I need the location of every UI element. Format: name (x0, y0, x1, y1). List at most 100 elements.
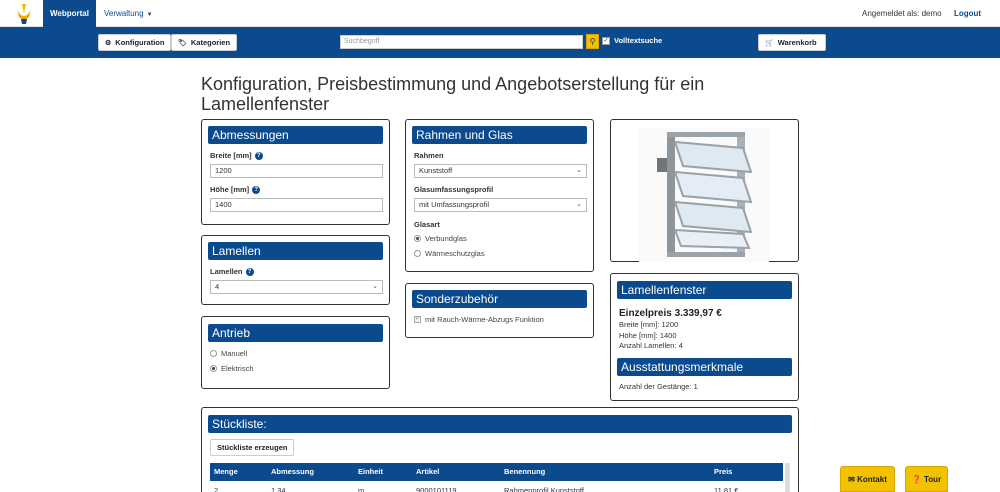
frame-select[interactable]: Kunststoff ⌄ (414, 164, 587, 178)
search-icon: ⚲ (589, 37, 596, 46)
cart-button[interactable]: 🛒 Warenkorb (758, 34, 826, 51)
antrieb-panel: Antrieb Manuell Elektrisch (201, 316, 390, 389)
summary-lamellen: Anzahl Lamellen: 4 (619, 341, 683, 350)
radio-manuell[interactable] (210, 350, 217, 357)
cart-label: Warenkorb (777, 38, 817, 47)
login-status: Angemeldet als: demo (862, 9, 942, 18)
tour-button[interactable]: ❓ Tour (905, 466, 948, 492)
cell-einheit: m (358, 486, 365, 492)
summary-gaenge: Anzahl der Gestänge: 1 (619, 382, 698, 391)
rwa-label: mit Rauch-Wärme-Abzugs Funktion (425, 315, 544, 324)
lamellen-label: Lamellen? (210, 267, 254, 277)
summary-panel: Lamellenfenster Einzelpreis 3.339,97 € B… (610, 273, 799, 401)
profile-select-value: mit Umfassungsprofil (419, 200, 490, 209)
abmessungen-title: Abmessungen (208, 126, 383, 144)
fulltext-label: Volltextsuche (614, 36, 663, 45)
nav-verwaltung-label: Verwaltung (104, 9, 144, 18)
fulltext-checkbox[interactable]: ✓ (602, 37, 610, 45)
lamellen-select-value: 4 (215, 282, 220, 291)
summary-width: Breite [mm]: 1200 (619, 320, 679, 329)
product-image-panel (610, 119, 799, 262)
help-icon[interactable]: ? (254, 152, 263, 161)
sonderzubehoer-title: Sonderzubehör (412, 290, 587, 308)
col-einheit[interactable]: Einheit (358, 463, 383, 481)
envelope-icon: ✉ (848, 475, 855, 484)
rahmen-title: Rahmen und Glas (412, 126, 587, 144)
logout-link[interactable]: Logout (954, 0, 981, 27)
contact-label: Kontakt (857, 475, 887, 484)
radio-verbundglas-label: Verbundglas (425, 234, 467, 243)
nav-webportal[interactable]: Webportal (43, 0, 96, 27)
configuration-label: Konfiguration (115, 38, 165, 47)
features-title: Ausstattungsmerkmale (617, 358, 792, 376)
stueckliste-title: Stückliste: (208, 415, 792, 433)
col-abmessung[interactable]: Abmessung (271, 463, 314, 481)
cell-artikel: 9000101119 (416, 486, 457, 492)
toolbar: ⚙ Konfiguration 🏷 Kategorien Suchbegriff ⚲… (0, 27, 1000, 58)
gear-icon: ⚙ (105, 40, 112, 47)
stueckliste-panel: Stückliste: Stückliste erzeugen Menge Ab… (201, 407, 799, 492)
abmessungen-panel: Abmessungen Breite [mm]? 1200 Höhe [mm]?… (201, 119, 390, 225)
tour-label: Tour (924, 475, 942, 484)
lamellen-label-text: Lamellen (210, 267, 243, 276)
logo-icon[interactable] (13, 2, 35, 25)
categories-button[interactable]: 🏷 Kategorien (171, 34, 238, 51)
height-label-text: Höhe [mm] (210, 185, 250, 194)
profile-select[interactable]: mit Umfassungsprofil ⌄ (414, 198, 587, 212)
top-navbar: Webportal Verwaltung ▼ Angemeldet als: de… (0, 0, 1000, 27)
help-icon[interactable]: ? (245, 268, 254, 277)
height-label: Höhe [mm]? (210, 185, 261, 195)
contact-button[interactable]: ✉ Kontakt (840, 466, 895, 492)
cell-preis: 11,81 € (714, 486, 739, 492)
rwa-checkbox[interactable]: ✓ (414, 316, 421, 323)
radio-elektrisch-label: Elektrisch (221, 364, 254, 373)
lamellen-select[interactable]: 4 ⌄ (210, 280, 383, 294)
rahmen-panel: Rahmen und Glas Rahmen Kunststoff ⌄ Glasu… (405, 119, 594, 272)
cart-icon: 🛒 (765, 40, 774, 47)
radio-waermeschutzglas[interactable] (414, 250, 421, 257)
nav-verwaltung-menu[interactable]: Verwaltung ▼ (104, 0, 153, 27)
cell-menge: 2 (214, 486, 219, 492)
question-icon: ❓ (911, 475, 922, 484)
summary-title: Lamellenfenster (617, 281, 792, 299)
page-title: Konfiguration, Preisbestimmung und Angeb… (201, 74, 705, 114)
chevron-down-icon: ⌄ (576, 167, 582, 174)
width-label: Breite [mm]? (210, 151, 263, 161)
col-benennung[interactable]: Benennung (504, 463, 545, 481)
antrieb-title: Antrieb (208, 324, 383, 342)
chevron-down-icon: ⌄ (576, 201, 582, 208)
search-button[interactable]: ⚲ (586, 34, 599, 49)
profile-label: Glasumfassungsprofil (414, 185, 494, 194)
table-row: 2 1,34 m 9000101119 Rahmenprofil Kunstst… (210, 481, 783, 492)
categories-label: Kategorien (190, 38, 231, 47)
help-icon[interactable]: ? (252, 186, 261, 195)
summary-height: Höhe [mm]: 1400 (619, 331, 677, 340)
frame-label: Rahmen (414, 151, 444, 160)
chevron-down-icon: ⌄ (372, 283, 378, 290)
width-label-text: Breite [mm] (210, 151, 252, 160)
radio-manuell-label: Manuell (221, 349, 248, 358)
frame-select-value: Kunststoff (419, 166, 453, 175)
table-header: Menge Abmessung Einheit Artikel Benennun… (210, 463, 783, 481)
create-stueckliste-button[interactable]: Stückliste erzeugen (210, 439, 295, 456)
unit-price: Einzelpreis 3.339,97 € (619, 308, 722, 319)
search-input[interactable]: Suchbegriff (340, 35, 583, 49)
col-artikel[interactable]: Artikel (416, 463, 439, 481)
configuration-button[interactable]: ⚙ Konfiguration (98, 34, 172, 51)
radio-elektrisch[interactable] (210, 365, 217, 372)
caret-down-icon: ▼ (146, 12, 153, 18)
table-scrollbar[interactable] (785, 463, 790, 492)
sonderzubehoer-panel: Sonderzubehör ✓ mit Rauch-Wärme-Abzugs F… (405, 283, 594, 338)
radio-verbundglas[interactable] (414, 235, 421, 242)
height-field[interactable]: 1400 (210, 198, 383, 212)
col-menge[interactable]: Menge (214, 463, 238, 481)
lamellen-title: Lamellen (208, 242, 383, 260)
radio-waermeschutzglas-label: Wärmeschutzglas (425, 249, 485, 258)
cell-abmessung: 1,34 (271, 486, 286, 492)
tags-icon: 🏷 (178, 40, 187, 47)
lamellenfenster-image (639, 128, 769, 262)
col-preis[interactable]: Preis (714, 463, 732, 481)
cell-benennung: Rahmenprofil Kunststoff (504, 486, 584, 492)
width-field[interactable]: 1200 (210, 164, 383, 178)
glass-label: Glasart (414, 220, 440, 229)
